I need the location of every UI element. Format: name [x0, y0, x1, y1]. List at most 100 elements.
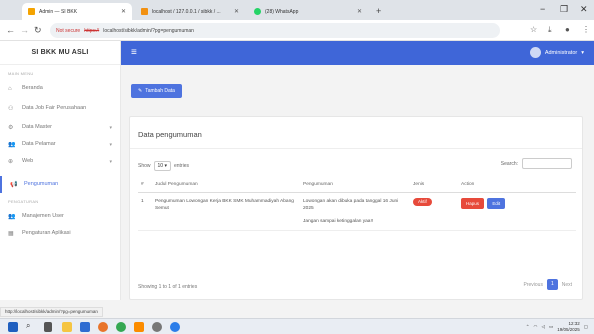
windows-start-icon[interactable]: [8, 322, 18, 332]
announcement-line: Lowongan akan dibuka pada tanggal 16 Jun…: [303, 198, 399, 212]
sidebar-item-manajemen-user[interactable]: 👥 Manajemen User: [0, 208, 120, 225]
xampp-icon[interactable]: [134, 322, 144, 332]
sidebar-item-label: Data Job Fair Perusahaan: [22, 104, 87, 111]
table-row: 1 Pengumuman Lowongan Kerja BKK SMK Muha…: [138, 192, 576, 231]
not-secure-label[interactable]: Not secure: [56, 28, 80, 34]
bookmark-star-icon[interactable]: ☆: [530, 25, 537, 34]
cell-action: Hapus Edit: [458, 192, 576, 231]
column-header-judul[interactable]: Judul Pengumuman: [152, 178, 300, 193]
browser-tab-whatsapp[interactable]: (28) WhatsApp ✕: [248, 3, 368, 20]
previous-button[interactable]: Previous: [523, 282, 542, 288]
avatar: [529, 47, 541, 58]
tab-favicon-icon: [141, 8, 148, 15]
profile-icon[interactable]: ●: [565, 25, 570, 34]
tab-title: (28) WhatsApp: [265, 8, 299, 15]
back-icon[interactable]: ←: [6, 25, 15, 35]
column-header-action[interactable]: Action: [458, 178, 576, 193]
column-header-no[interactable]: #: [138, 178, 152, 193]
sidebar-item-beranda[interactable]: ⌂ Beranda: [0, 80, 120, 97]
add-data-label: Tambah Data: [145, 88, 175, 94]
sidebar-item-label: Manajemen User: [22, 213, 64, 219]
cell-pengumuman: Lowongan akan dibuka pada tanggal 16 Jun…: [300, 192, 410, 231]
add-data-button[interactable]: ✎ Tambah Data: [131, 84, 182, 98]
search-icon[interactable]: ⌕: [26, 321, 36, 331]
home-icon: ⌂: [8, 85, 12, 92]
firefox-icon[interactable]: [98, 322, 108, 332]
url-input[interactable]: Not secure https://localhost/sibkk/admin…: [50, 23, 500, 38]
maximize-icon[interactable]: ❐: [560, 4, 568, 15]
column-header-pengumuman[interactable]: Pengumuman: [300, 178, 410, 193]
whatsapp-icon: [254, 8, 261, 15]
card-title: Data pengumuman: [138, 130, 202, 139]
task-view-icon[interactable]: [44, 322, 52, 332]
url-text: localhost/sibkk/admin/?pg=pengumuman: [103, 27, 194, 34]
settings-gear-icon[interactable]: [152, 322, 162, 332]
cell-jenis: Aktif: [410, 192, 458, 231]
user-name: Administrator: [544, 49, 578, 56]
minimize-icon[interactable]: −: [540, 4, 545, 14]
status-badge: Aktif: [413, 197, 432, 206]
sidebar-item-pengumuman[interactable]: 📢 Pengumuman: [0, 176, 120, 193]
taskbar: ⌕ ⌃ ◠ ◁ ▭ 12:32 19/05/2025 ▢: [0, 318, 594, 334]
sidebar-item-job-fair[interactable]: ⚇ Data Job Fair Perusahaan: [0, 97, 120, 119]
new-tab-button[interactable]: +: [376, 6, 381, 16]
url-scheme: https://: [84, 27, 100, 34]
show-label: Show: [138, 163, 151, 169]
tab-title: localhost / 127.0.0.1 / sibkk / ...: [152, 8, 221, 15]
wifi-icon[interactable]: ◠: [534, 324, 538, 330]
sitemap-icon: ⚇: [8, 105, 14, 112]
close-icon[interactable]: ✕: [357, 8, 362, 15]
announcement-line: Jangan sampai ketinggalan yaa!!: [303, 218, 374, 224]
close-icon[interactable]: ✕: [234, 8, 239, 15]
entries-label: entries: [173, 163, 189, 169]
edit-button[interactable]: Edit: [487, 197, 506, 209]
delete-button[interactable]: Hapus: [461, 197, 485, 209]
search-input[interactable]: [522, 158, 572, 169]
sidebar-item-pengaturan-aplikasi[interactable]: ▦ Pengaturan Aplikasi: [0, 225, 120, 242]
sidebar-item-web[interactable]: ⊕ Web ▾: [0, 153, 120, 170]
chrome-icon[interactable]: [116, 322, 126, 332]
sidebar-item-data-pelamar[interactable]: 👥 Data Pelamar ▾: [0, 136, 120, 153]
chevron-down-icon: ▾: [109, 124, 112, 131]
notification-icon[interactable]: ▢: [584, 324, 588, 330]
chevron-down-icon: ▾: [109, 158, 112, 165]
store-icon[interactable]: [80, 322, 90, 332]
file-explorer-icon[interactable]: [62, 322, 72, 332]
menu-dots-icon[interactable]: ⋮: [582, 25, 590, 34]
globe-icon: ⊕: [8, 159, 14, 165]
page-1-button[interactable]: 1: [546, 279, 558, 290]
browser-tab-strip: Admin — SI BKK ✕ localhost / 127.0.0.1 /…: [0, 0, 594, 20]
forward-icon[interactable]: →: [20, 25, 29, 35]
column-header-jenis[interactable]: Jenis: [410, 178, 458, 193]
hamburger-menu-icon[interactable]: ≡: [131, 47, 137, 58]
vscode-icon[interactable]: [170, 322, 180, 332]
sidebar-item-label: Pengumuman: [24, 181, 59, 187]
sidebar-item-label: Beranda: [22, 85, 43, 91]
table-header-row: # Judul Pengumuman Pengumuman Jenis Acti…: [138, 178, 576, 193]
browser-tab-admin[interactable]: Admin — SI BKK ✕: [22, 3, 132, 20]
building-icon: ▦: [8, 231, 14, 237]
close-icon[interactable]: ✕: [121, 8, 126, 15]
clock-date: 19/05/2025: [557, 326, 580, 332]
tray-chevron-icon[interactable]: ⌃: [526, 324, 530, 330]
entries-select[interactable]: 10 ▾: [153, 161, 171, 171]
browser-tab-phpmyadmin[interactable]: localhost / 127.0.0.1 / sibkk / ... ✕: [135, 3, 245, 20]
sidebar-item-label: Web: [22, 158, 34, 164]
download-icon[interactable]: ⤓: [548, 25, 552, 35]
address-bar: ← → ↻ Not secure https://localhost/sibkk…: [0, 20, 594, 41]
sidebar-item-data-master[interactable]: ⚙ Data Master ▾: [0, 119, 120, 136]
close-window-icon[interactable]: ✕: [580, 4, 588, 15]
chevron-down-icon: ▾: [109, 141, 112, 148]
battery-icon[interactable]: ▭: [549, 324, 553, 330]
sidebar-brand[interactable]: SI BKK MU ASLI: [0, 41, 120, 65]
sidebar-item-label: Data Pelamar: [22, 141, 56, 147]
clock[interactable]: 12:32 19/05/2025: [557, 321, 580, 332]
cell-judul: Pengumuman Lowongan Kerja BKK SMK Muhamm…: [152, 192, 300, 231]
cell-no: 1: [138, 192, 152, 231]
tab-title: Admin — SI BKK: [39, 8, 78, 15]
reload-icon[interactable]: ↻: [34, 25, 42, 36]
volume-icon[interactable]: ◁: [541, 324, 544, 330]
next-button[interactable]: Next: [562, 282, 572, 288]
user-menu[interactable]: Administrator ▾: [529, 47, 584, 58]
edit-icon: ✎: [138, 88, 143, 94]
